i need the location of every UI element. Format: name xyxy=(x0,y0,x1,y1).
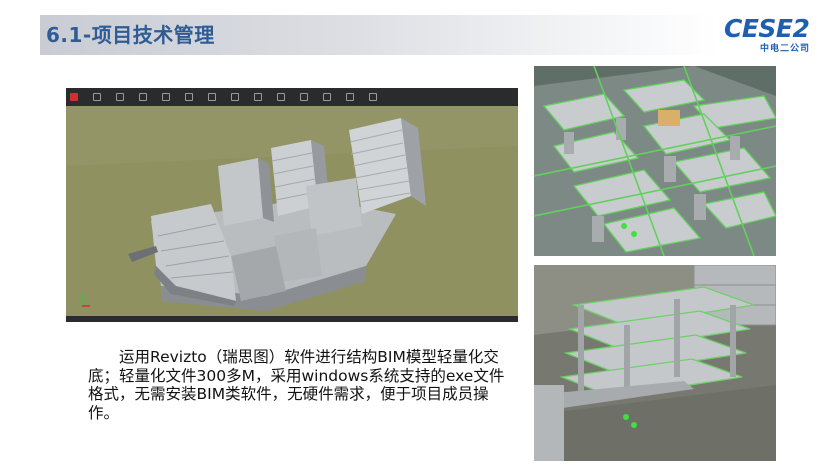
viewer-toolbar xyxy=(66,88,518,106)
structural-frame-render xyxy=(534,265,776,461)
home-icon xyxy=(93,93,101,101)
structural-plan-render xyxy=(534,66,776,256)
info-icon xyxy=(369,93,377,101)
bim-model-scene xyxy=(66,106,518,316)
logo-subtitle: 中电二公司 xyxy=(760,44,811,54)
logo-mark: CESE2 xyxy=(724,14,810,43)
description-text: 运用Revizto（瑞思图）软件进行结构BIM模型轻量化交底；轻量化文件300多… xyxy=(88,348,505,422)
slide: 6.1-项目技术管理 CESE2 中电二公司 运用Revizto（瑞思图）软件进… xyxy=(0,0,840,474)
view-icon xyxy=(300,93,308,101)
tag-icon xyxy=(346,93,354,101)
search-icon xyxy=(208,93,216,101)
bim-render-top xyxy=(534,66,776,256)
close-icon xyxy=(70,93,78,101)
bim-viewer-screenshot xyxy=(66,88,518,322)
company-logo: CESE2 中电二公司 xyxy=(720,14,824,56)
clip-icon xyxy=(277,93,285,101)
viewer-statusbar xyxy=(66,316,518,322)
settings-icon xyxy=(323,93,331,101)
measure-icon xyxy=(254,93,262,101)
section-icon xyxy=(231,93,239,101)
layers-icon xyxy=(185,93,193,101)
bim-render-bottom xyxy=(534,265,776,461)
scissors-icon xyxy=(162,93,170,101)
camera-icon xyxy=(116,93,124,101)
page-title: 6.1-项目技术管理 xyxy=(46,23,215,47)
pencil-icon xyxy=(139,93,147,101)
